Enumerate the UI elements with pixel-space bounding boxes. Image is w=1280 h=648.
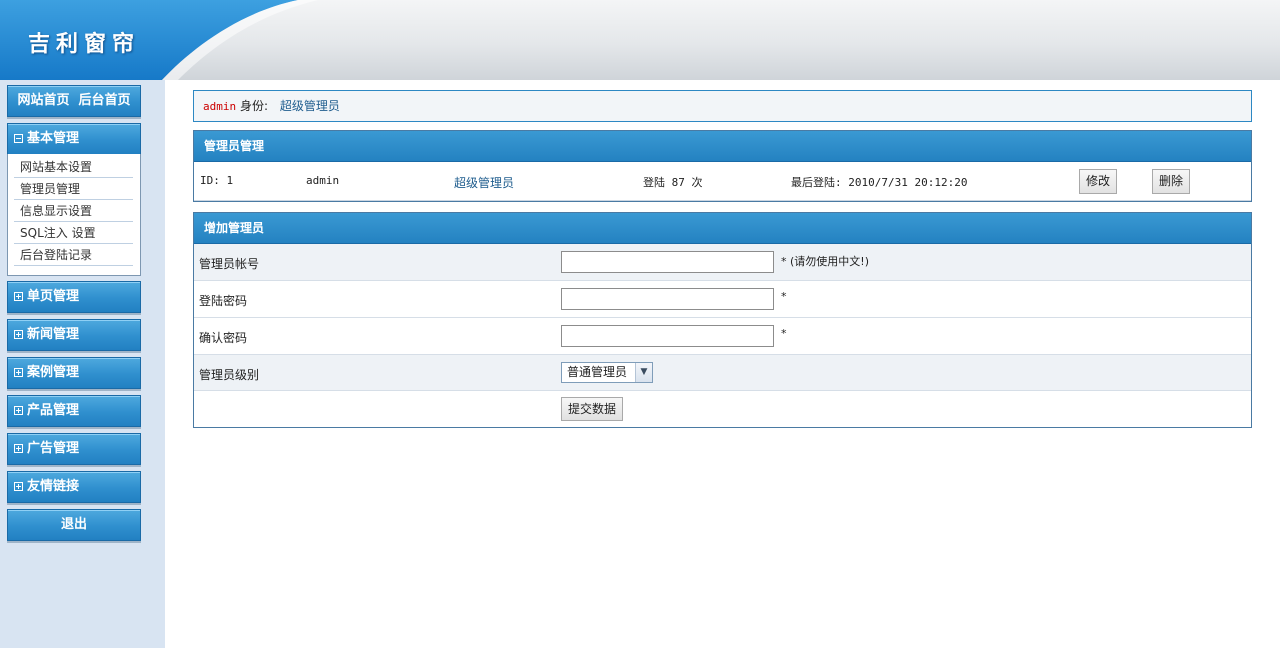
top-links-label[interactable]: 网站首页 后台首页	[17, 93, 130, 108]
chevron-down-icon[interactable]: ▼	[635, 363, 652, 382]
plus-box-icon	[14, 330, 23, 339]
level-select[interactable]: 普通管理员 ▼	[561, 362, 653, 383]
sidebar-section-pages[interactable]: 单页管理	[7, 281, 141, 313]
edit-button[interactable]: 修改	[1079, 169, 1118, 194]
plus-box-icon	[14, 444, 23, 453]
minus-box-icon	[14, 134, 23, 143]
confirm-required-mark: *	[781, 327, 787, 340]
delete-button[interactable]: 删除	[1152, 169, 1191, 194]
sidebar-section-news[interactable]: 新闻管理	[7, 319, 141, 351]
submenu-item-sql-settings[interactable]: SQL注入 设置	[14, 222, 133, 244]
site-logo: 吉利窗帘	[28, 32, 141, 57]
account-row: 管理员帐号 * (请勿使用中文!)	[194, 244, 1251, 281]
submit-row: 提交数据	[194, 391, 1251, 428]
admin-id: ID: 1	[200, 174, 234, 187]
account-label: 管理员帐号	[199, 257, 260, 271]
account-hint: * (请勿使用中文!)	[781, 255, 869, 268]
admin-login-count: 登陆 87 次	[643, 176, 703, 189]
admin-role-link[interactable]: 超级管理员	[454, 174, 514, 191]
submenu-item-display-settings[interactable]: 信息显示设置	[14, 200, 133, 222]
sidebar-section-ads[interactable]: 广告管理	[7, 433, 141, 465]
sidebar-section-cases[interactable]: 案例管理	[7, 357, 141, 389]
password-row: 登陆密码 *	[194, 281, 1251, 318]
confirm-row: 确认密码 *	[194, 318, 1251, 355]
sidebar-section-basic[interactable]: 基本管理	[7, 123, 141, 155]
add-admin-panel: 增加管理员 管理员帐号 * (请勿使用中文!) 登陆密码 * 确认密码 * 管理…	[193, 212, 1252, 428]
admin-username: admin	[306, 174, 340, 187]
user-info-bar: admin 身份: 超级管理员	[193, 90, 1252, 122]
plus-box-icon	[14, 406, 23, 415]
sidebar-section-links[interactable]: 友情链接	[7, 471, 141, 503]
role-label: 身份:	[239, 99, 268, 113]
submenu-item-site-settings[interactable]: 网站基本设置	[14, 156, 133, 178]
submenu-item-admin-manage[interactable]: 管理员管理	[14, 178, 133, 200]
sidebar-top-links[interactable]: 网站首页 后台首页	[7, 85, 141, 117]
current-username: admin	[203, 100, 237, 113]
level-selected-value: 普通管理员	[567, 365, 628, 379]
level-row: 管理员级别 普通管理员 ▼	[194, 355, 1251, 391]
panel-title: 管理员管理	[194, 131, 1251, 162]
table-row: ID: 1 admin 超级管理员 登陆 87 次 最后登陆: 2010/7/3…	[194, 162, 1251, 201]
submit-button[interactable]: 提交数据	[561, 397, 624, 421]
admin-last-login: 最后登陆: 2010/7/31 20:12:20	[791, 176, 968, 189]
header-banner: 吉利窗帘	[0, 0, 1280, 80]
account-input[interactable]	[561, 251, 774, 273]
current-role: 超级管理员	[279, 99, 340, 113]
logout-button[interactable]: 退出	[7, 509, 141, 541]
plus-box-icon	[14, 368, 23, 377]
logout-label: 退出	[60, 517, 87, 532]
submenu-item-login-log[interactable]: 后台登陆记录	[14, 244, 133, 266]
password-input[interactable]	[561, 288, 774, 310]
password-label: 登陆密码	[199, 294, 248, 308]
admin-list-panel: 管理员管理 ID: 1 admin 超级管理员 登陆 87 次 最后登陆: 20…	[193, 130, 1252, 202]
level-label: 管理员级别	[199, 368, 260, 382]
confirm-password-input[interactable]	[561, 325, 774, 347]
password-required-mark: *	[781, 290, 787, 303]
panel-title: 增加管理员	[194, 213, 1251, 244]
sidebar-submenu: 网站基本设置 管理员管理 信息显示设置 SQL注入 设置 后台登陆记录	[7, 154, 141, 276]
plus-box-icon	[14, 292, 23, 301]
plus-box-icon	[14, 482, 23, 491]
sidebar-section-products[interactable]: 产品管理	[7, 395, 141, 427]
confirm-label: 确认密码	[199, 331, 248, 345]
